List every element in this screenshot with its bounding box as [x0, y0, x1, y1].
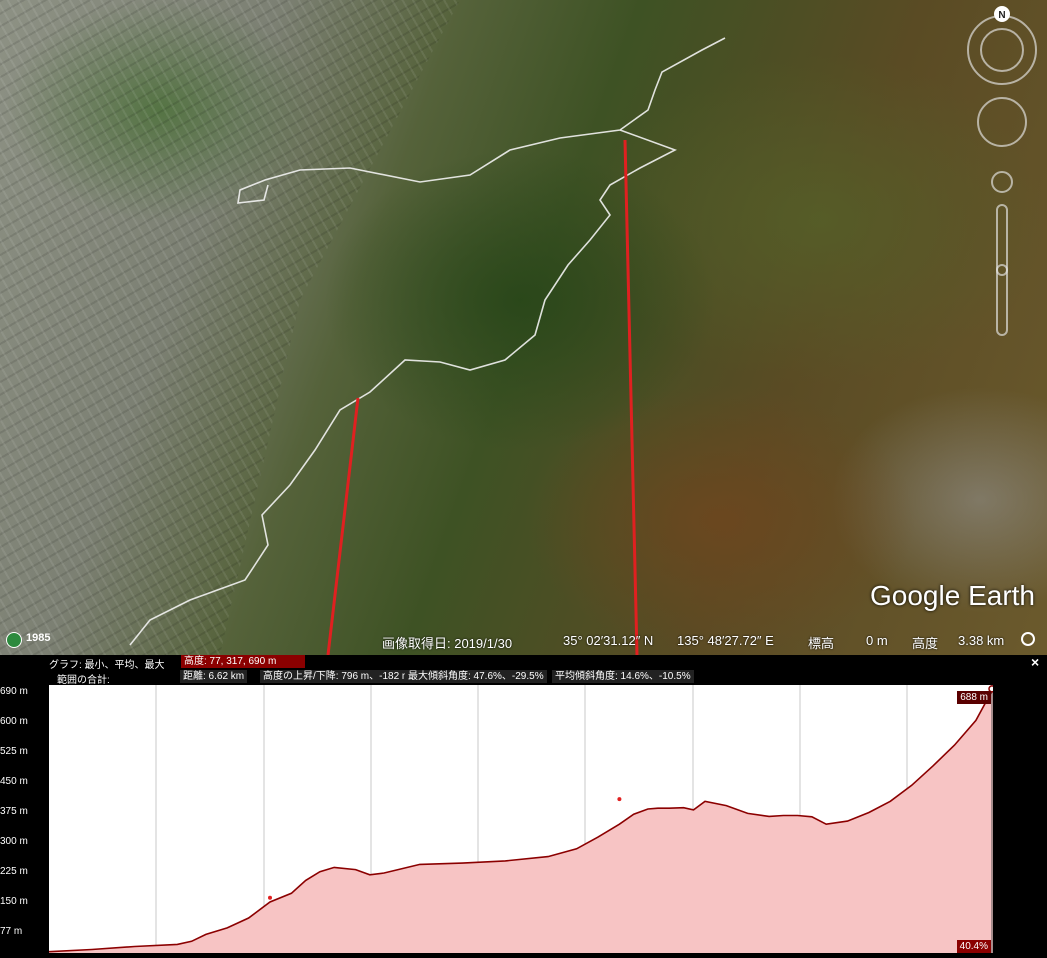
profile-chart [48, 685, 996, 953]
route-marker [617, 797, 622, 802]
y-tick-label: 600 m [0, 716, 28, 727]
annotation-line-left [326, 397, 360, 655]
latitude: 35° 02′31.12″ N [563, 633, 654, 648]
y-tick-label: 690 m [0, 686, 28, 697]
range-label: 範囲の合計: [57, 675, 110, 686]
altitude-label: 高度 [912, 636, 939, 651]
y-tick-label: 450 m [0, 776, 28, 787]
navigation-controls [967, 15, 1037, 336]
close-button[interactable]: × [1031, 654, 1039, 670]
y-tick-label: 77 m [0, 926, 23, 937]
current-slope-label: 40.4% [956, 940, 991, 953]
annotation-line-right [623, 139, 639, 655]
longitude: 135° 48′27.72″ E [677, 633, 774, 648]
y-tick-label: 150 m [0, 896, 28, 907]
earth-viewport[interactable]: N Google Earth 1985 [0, 0, 1047, 655]
y-tick-label: 525 m [0, 746, 28, 757]
status-bar: 画像取得日: 2019/1/30 35° 02′31.12″ N 135° 48… [0, 629, 1047, 655]
gain-loss-value: 高度の上昇/下降: 796 m、-182 m [260, 670, 414, 683]
max-slope-value: 最大傾斜角度: 47.6%、-29.5% [405, 670, 547, 683]
graph-label: グラフ: 最小、平均、最大 [49, 660, 165, 671]
route-overlay: N [129, 6, 1037, 655]
profile-plot[interactable]: 688 m 40.4% [48, 685, 996, 953]
altitude-value: 3.38 km [958, 633, 1005, 648]
route-marker [268, 895, 272, 900]
avg-slope-value: 平均傾斜角度: 14.6%、-10.5% [552, 670, 694, 683]
image-date: 画像取得日: 2019/1/30 [382, 636, 513, 651]
look-control[interactable] [967, 15, 1037, 85]
compass-label: N [998, 10, 1005, 21]
y-tick-label: 375 m [0, 806, 28, 817]
google-earth-logo: Google Earth [870, 580, 1035, 611]
distance-value: 距離: 6.62 km [180, 670, 248, 683]
move-control[interactable] [977, 97, 1027, 147]
zoom-slider[interactable] [996, 204, 1008, 336]
y-tick-label: 225 m [0, 866, 28, 877]
y-tick-label: 300 m [0, 836, 28, 847]
elevation-profile-panel[interactable]: グラフ: 最小、平均、最大 高度: 77, 317, 690 m 範囲の合計: … [0, 654, 1047, 953]
elevation-value: 0 m [866, 633, 888, 648]
search-icon[interactable] [1021, 632, 1035, 646]
elevation-stats: 高度: 77, 317, 690 m [181, 655, 305, 668]
route-path-lower [129, 129, 677, 646]
current-elevation-label: 688 m [957, 691, 991, 704]
elevation-label: 標高 [808, 636, 835, 651]
route-path [237, 37, 726, 204]
elevation-area [49, 688, 993, 953]
